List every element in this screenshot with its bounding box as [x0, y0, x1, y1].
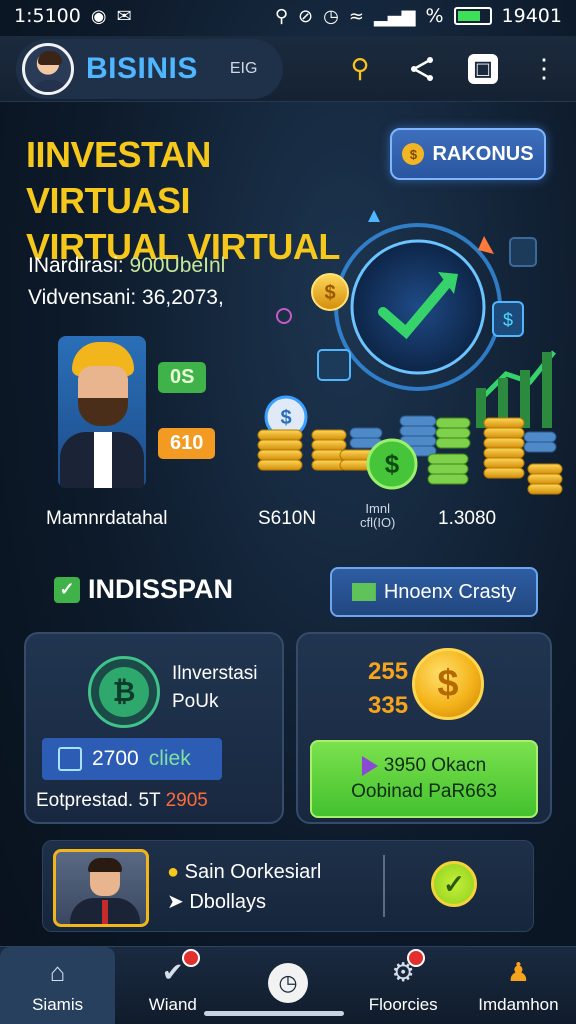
home-icon: ⌂	[49, 957, 66, 987]
check-icon: ✓	[54, 576, 80, 603]
status-badge-orange: 610	[158, 428, 216, 459]
document-icon	[58, 747, 82, 771]
investment-illustration: $ $ $ $	[257, 210, 563, 495]
promo-divider	[383, 855, 385, 917]
status-right-text: 19401	[501, 5, 562, 27]
wifi-icon: ≈	[348, 5, 364, 27]
search-icon[interactable]: ⚲	[344, 53, 376, 85]
notification-badge	[406, 949, 425, 967]
claim-line1: 3950 Okacn	[383, 755, 487, 776]
app-header: BISINIS EIG ⚲ ▣ ⋮	[0, 36, 576, 102]
svg-text:$: $	[385, 449, 400, 479]
home-indicator	[204, 1011, 344, 1016]
investment-card[interactable]: ₿ Ilnverstasi PoUk 2700 cliek Eotprestad…	[24, 632, 284, 824]
brand-tag: EIG	[229, 59, 258, 77]
prestad-footer: Eotprestad. 5T 2905	[36, 790, 208, 812]
metric-small: Imnl cfl(IO)	[360, 502, 395, 530]
claim-line2: Oobinad PaR663	[351, 781, 497, 802]
investment-title-line2: PoUk	[172, 691, 219, 712]
prestad-label: Eotprestad. 5T	[36, 790, 161, 811]
nav-label: Siamis	[32, 994, 84, 1014]
section-title-text: INDISSPAN	[88, 574, 234, 604]
square-icon[interactable]: ▣	[468, 53, 498, 84]
mute-icon: ⊘	[298, 5, 314, 27]
nav-item-siamis[interactable]: ⌂ Siamis	[0, 947, 116, 1024]
svg-text:$: $	[324, 282, 335, 304]
stat-line-2: Vidvensani: 36,2073,	[28, 286, 224, 310]
status-bar: 1:5100 ◉ ✉ ⚲ ⊘ ◷ ≈ ▂▄▆ % 19401	[0, 0, 576, 32]
click-value: 2700	[92, 747, 139, 770]
reward-num-1: 255	[368, 658, 409, 685]
reward-card[interactable]: 255 335 $ 3950 Okacn Oobinad PaR663	[296, 632, 552, 824]
metric-small-line1: Imnl	[365, 501, 390, 516]
metric-mid: S610N	[258, 508, 317, 529]
promo-avatar	[53, 849, 149, 927]
nav-item-imdamhon[interactable]: ♟ Imdamhon	[461, 947, 576, 1024]
nav-item-floorcies[interactable]: ⚙ Floorcies	[346, 947, 461, 1024]
location-icon: ⚲	[274, 5, 289, 27]
battery-icon	[453, 7, 492, 25]
stat-line-1: INardirasi: 900UbeInl	[28, 254, 225, 278]
coin-icon: $	[402, 143, 425, 165]
brand-pill[interactable]: BISINIS EIG	[16, 38, 284, 99]
status-badge-green: 0S	[158, 362, 207, 393]
investor-portrait	[58, 336, 146, 488]
more-vertical-icon[interactable]: ⋮	[528, 53, 560, 85]
crasty-label: Hnoenx Crasty	[383, 580, 517, 603]
svg-text:$: $	[280, 407, 291, 429]
stat1-value: 900UbeInl	[129, 254, 226, 277]
play-icon	[361, 756, 378, 776]
rakonus-label: RAKONUS	[432, 142, 534, 165]
investment-title: Ilnverstasi PoUk	[172, 660, 258, 716]
reward-num-2: 335	[368, 692, 409, 719]
user-icon: ♟	[506, 957, 531, 987]
promo-line2: Dbollays	[189, 891, 267, 913]
signal-icon: ▂▄▆	[373, 5, 416, 27]
notification-badge	[182, 949, 201, 967]
investment-title-line1: Ilnverstasi	[172, 663, 258, 684]
stat1-label: INardirasi:	[28, 254, 124, 277]
metric-left: Mamnrdatahal	[46, 508, 168, 529]
promo-line1: Sain Oorkesiarl	[184, 861, 322, 883]
nav-label: Wiand	[148, 994, 197, 1014]
stat2-label: Vidvensani:	[28, 286, 137, 309]
avatar[interactable]	[22, 42, 74, 95]
bitcoin-icon: ₿	[88, 656, 160, 728]
metric-right: 1.3080	[438, 508, 497, 529]
prestad-value: 2905	[165, 790, 208, 811]
nav-label: Floorcies	[368, 994, 438, 1014]
click-counter[interactable]: 2700 cliek	[42, 738, 222, 780]
confirm-check-icon[interactable]: ✓	[431, 861, 477, 907]
dollar-coin-icon: $	[412, 648, 484, 720]
section-title: ✓ INDISSPAN	[54, 574, 233, 605]
nav-label: Imdamhon	[478, 994, 559, 1014]
click-suffix: cliek	[148, 747, 191, 770]
bird-icon: ➤	[167, 891, 184, 913]
alarm-icon: ◷	[323, 5, 339, 27]
claim-button[interactable]: 3950 Okacn Oobinad PaR663	[310, 740, 538, 818]
stat2-value: 36,2073,	[142, 286, 224, 309]
brand-name: BISINIS	[86, 51, 198, 85]
metric-small-line2: cfl(IO)	[360, 515, 396, 530]
coin-stack-icon: ●	[167, 861, 180, 883]
battery-percent: %	[425, 5, 444, 27]
notification-icon: ◉	[90, 5, 107, 27]
mail-icon: ✉	[116, 5, 132, 27]
clock-icon: ◷	[268, 962, 308, 1003]
rakonus-button[interactable]: $ RAKONUS	[390, 128, 546, 180]
promo-text: ● Sain Oorkesiarl ➤ Dbollays	[167, 857, 321, 917]
svg-text:$: $	[503, 310, 513, 330]
crasty-button[interactable]: Hnoenx Crasty	[330, 567, 538, 617]
envelope-icon	[351, 583, 376, 601]
promo-banner[interactable]: ● Sain Oorkesiarl ➤ Dbollays ✓	[42, 840, 534, 932]
status-time: 1:5100	[14, 5, 81, 27]
share-icon[interactable]	[406, 53, 438, 85]
